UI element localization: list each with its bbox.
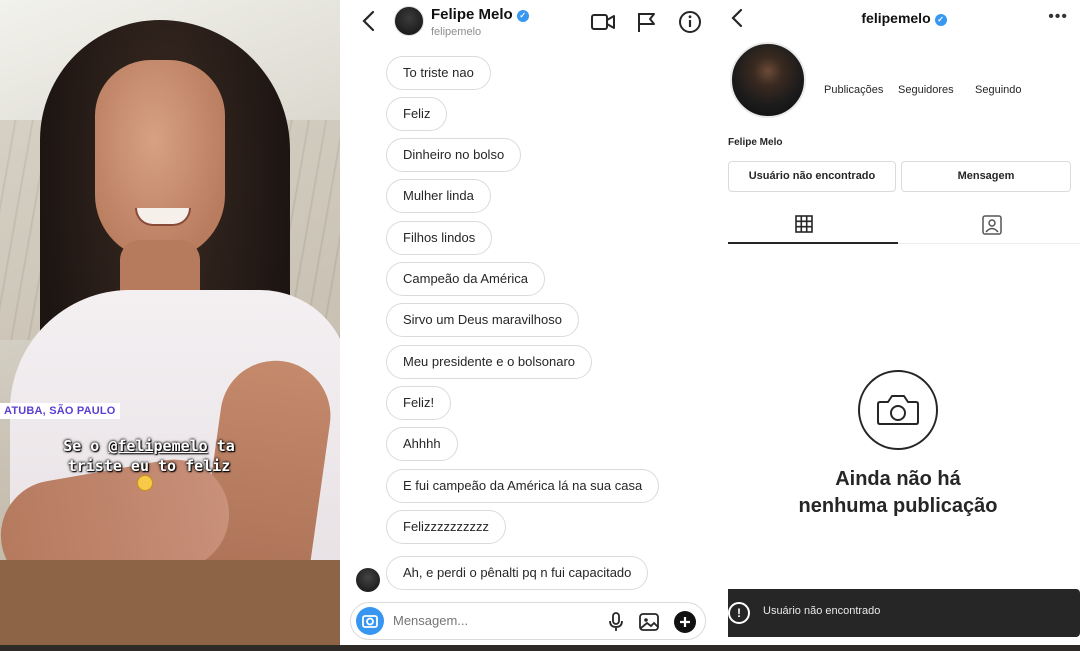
direct-message-panel: Felipe Melo ✓ felipemelo To triste nao Fe… (344, 0, 714, 645)
tagged-icon (982, 215, 1002, 235)
message-button[interactable]: Mensagem (901, 161, 1071, 192)
empty-state-message: Ainda não há nenhuma publicação (728, 466, 1068, 520)
alert-icon: ! (728, 602, 750, 624)
message-bubble[interactable]: Feliz! (386, 386, 452, 420)
laughing-emoji-icon (137, 475, 153, 491)
back-chevron-icon[interactable] (358, 8, 380, 34)
profile-panel: felipemelo ✓ ••• Publicações Seguidores S… (728, 0, 1080, 645)
empty-line1: Ainda não há (835, 468, 961, 490)
caption-suffix: ta (207, 437, 235, 455)
tab-tagged[interactable] (898, 206, 1068, 244)
stat-followers-label[interactable]: Seguidores (898, 84, 954, 96)
message-bubble[interactable]: To triste nao (386, 56, 491, 90)
flag-icon[interactable] (634, 10, 660, 34)
photo-person-face (95, 60, 225, 260)
message-input[interactable] (393, 603, 593, 639)
profile-full-name: Felipe Melo (728, 137, 783, 148)
verified-badge-icon: ✓ (934, 14, 947, 26)
message-bubble[interactable]: Felizzzzzzzzzz (386, 510, 506, 544)
panel-divider (714, 0, 728, 651)
location-sticker[interactable]: ATUBA, SÃO PAULO (0, 403, 120, 419)
message-bubble[interactable]: E fui campeão da América lá na sua casa (386, 469, 660, 503)
message-bubble[interactable]: Mulher linda (386, 179, 491, 213)
message-bubble[interactable]: Ah, e perdi o pênalti pq n fui capacitad… (386, 556, 649, 590)
sender-avatar[interactable] (356, 568, 380, 592)
video-call-icon[interactable] (590, 10, 616, 34)
empty-camera-icon (858, 370, 938, 450)
photo-table (0, 560, 340, 645)
user-not-found-button[interactable]: Usuário não encontrado (728, 161, 896, 192)
add-icon[interactable] (673, 610, 697, 634)
stat-posts-label[interactable]: Publicações (824, 84, 883, 96)
dm-avatar[interactable] (394, 6, 424, 36)
gallery-icon[interactable] (637, 610, 661, 634)
message-bubble[interactable]: Filhos lindos (386, 221, 493, 255)
empty-line2: nenhuma publicação (798, 495, 998, 517)
microphone-icon[interactable] (604, 610, 628, 634)
message-bubble[interactable]: Sirvo um Deus maravilhoso (386, 303, 579, 337)
profile-username-text: felipemelo (861, 10, 931, 26)
dm-username: felipemelo (431, 26, 482, 38)
message-bubble[interactable]: Ahhhh (386, 427, 458, 461)
story-caption: Se o @felipemelo ta triste eu to feliz (44, 436, 254, 476)
dm-name-text: Felipe Melo (431, 6, 513, 23)
message-composer (350, 602, 706, 640)
message-bubble[interactable]: Campeão da América (386, 262, 546, 296)
dm-header: Felipe Melo ✓ felipemelo (344, 0, 714, 46)
info-icon[interactable] (677, 10, 703, 34)
profile-avatar[interactable] (730, 42, 806, 118)
grid-icon (795, 215, 813, 233)
tab-grid[interactable] (728, 206, 898, 244)
toast-message: Usuário não encontrado (763, 605, 881, 617)
profile-username-header: felipemelo ✓ (728, 10, 1080, 26)
message-bubble[interactable]: Feliz (386, 97, 448, 131)
message-bubble[interactable]: Dinheiro no bolso (386, 138, 522, 172)
dm-contact-name[interactable]: Felipe Melo ✓ (431, 6, 529, 23)
error-toast: ! Usuário não encontrado (728, 589, 1080, 637)
more-options-icon[interactable]: ••• (1048, 8, 1068, 26)
message-bubble[interactable]: Meu presidente e o bolsonaro (386, 345, 593, 379)
profile-tabs (728, 206, 1080, 244)
verified-badge-icon: ✓ (516, 10, 529, 22)
story-photo-panel: ATUBA, SÃO PAULO Se o @felipemelo ta tri… (0, 0, 340, 645)
camera-icon[interactable] (356, 607, 384, 635)
caption-prefix: Se o (63, 437, 109, 455)
bottom-edge (0, 645, 1080, 651)
caption-mention[interactable]: @felipemelo (108, 437, 207, 455)
caption-line2: triste eu to feliz (67, 457, 231, 475)
screenshot-collage: ATUBA, SÃO PAULO Se o @felipemelo ta tri… (0, 0, 1080, 651)
stat-following-label[interactable]: Seguindo (975, 84, 1022, 96)
